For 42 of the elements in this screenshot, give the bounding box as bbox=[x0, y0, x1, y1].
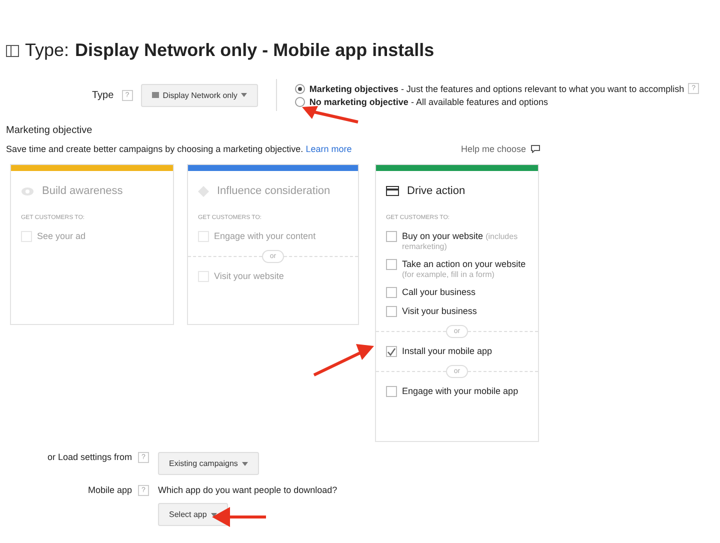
campaign-type-icon bbox=[6, 44, 19, 56]
caret-icon bbox=[210, 512, 217, 516]
radio-label[interactable]: Marketing objectives - Just the features and options relevant to what you want to accomplish bbox=[309, 84, 684, 94]
caret-icon bbox=[242, 462, 248, 466]
objective-card[interactable] bbox=[375, 164, 539, 442]
option-label[interactable]: Call your business bbox=[402, 287, 476, 297]
select-app-dropdown[interactable]: Select app bbox=[158, 503, 228, 526]
checkbox[interactable] bbox=[386, 386, 397, 397]
checkbox[interactable] bbox=[386, 287, 397, 298]
arrow bbox=[300, 106, 360, 124]
option-label[interactable]: Install your mobile app bbox=[402, 346, 492, 356]
radio-label[interactable]: No marketing objective - All available features and options bbox=[309, 97, 548, 107]
checkbox[interactable] bbox=[386, 259, 397, 270]
option-label[interactable]: Take an action on your website (for example, fill in a form) bbox=[402, 259, 528, 279]
option-label[interactable]: Visit your business bbox=[402, 306, 477, 316]
card-title: Build awareness bbox=[42, 185, 123, 197]
field-label: Mobile app bbox=[86, 485, 132, 495]
section-description: Save time and create better campaigns by choosing a marketing objective. Learn more bbox=[6, 144, 352, 154]
eye-icon bbox=[21, 186, 34, 196]
page-title: Display Network only - Mobile app installs bbox=[75, 40, 434, 61]
field-question: Which app do you want people to download? bbox=[158, 485, 338, 495]
radio-button[interactable] bbox=[295, 84, 306, 94]
diamond-icon bbox=[198, 186, 209, 196]
display-icon bbox=[152, 92, 159, 98]
checkbox[interactable] bbox=[386, 306, 397, 317]
caret-icon bbox=[241, 93, 248, 97]
help-me-choose-link[interactable]: Help me choose bbox=[460, 144, 526, 154]
header-prefix: Type: bbox=[25, 40, 70, 61]
section-heading: Marketing objective bbox=[6, 125, 94, 136]
learn-more-link[interactable]: Learn more bbox=[306, 144, 352, 154]
checkbox[interactable] bbox=[386, 346, 397, 357]
option-label[interactable]: Engage with your mobile app bbox=[402, 386, 518, 396]
type-dropdown[interactable]: Display Network only bbox=[140, 84, 258, 106]
card-title: Influence consideration bbox=[217, 185, 330, 197]
credit-card-icon bbox=[386, 186, 399, 196]
load-settings-dropdown[interactable]: Existing campaigns bbox=[158, 452, 259, 475]
field-label: Type bbox=[92, 90, 114, 100]
option-label[interactable]: Buy on your website (includes remarketing) bbox=[402, 231, 528, 251]
field-label: or Load settings from bbox=[46, 452, 132, 462]
chat-icon bbox=[531, 145, 540, 153]
checkbox[interactable] bbox=[386, 231, 397, 242]
card-title: Drive action bbox=[407, 185, 466, 197]
